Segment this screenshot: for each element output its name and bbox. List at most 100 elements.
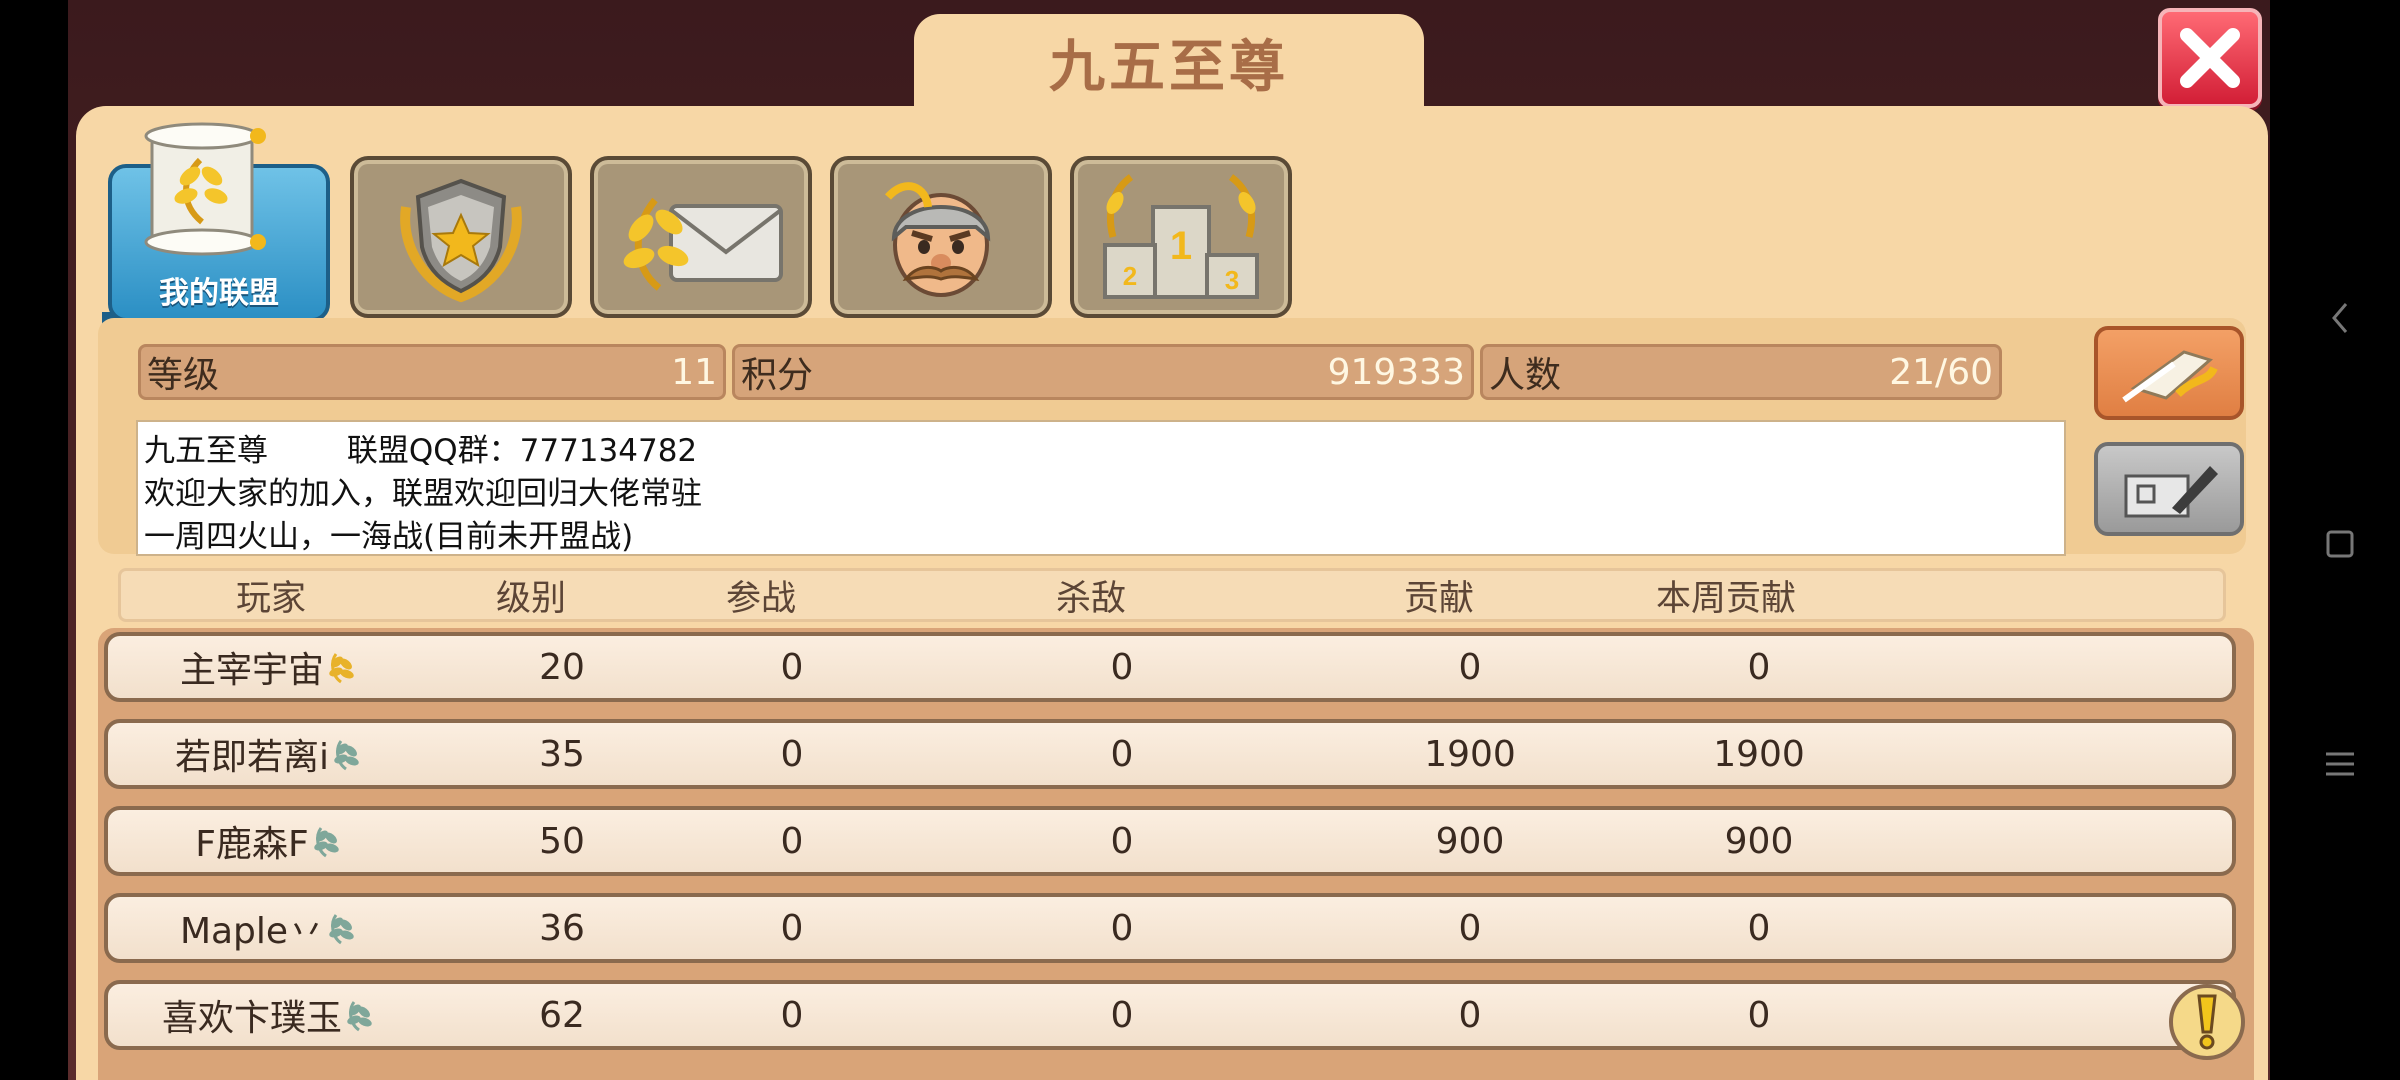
svg-text:3: 3 (1225, 265, 1239, 295)
alliance-title: 九五至尊 (914, 14, 1424, 110)
member-weekly: 1900 (1614, 723, 1904, 785)
alliance-notice: 九五至尊 联盟QQ群：777134782 欢迎大家的加入，联盟欢迎回归大佬常驻 … (136, 420, 2066, 556)
member-kills-text: 0 (1110, 907, 1134, 949)
member-contribution: 0 (1390, 984, 1550, 1046)
member-kills: 0 (1042, 810, 1202, 872)
member-battles: 0 (712, 897, 872, 959)
member-weekly: 900 (1614, 810, 1904, 872)
header-battles: 参战 (725, 578, 796, 619)
svg-text:1: 1 (1170, 224, 1192, 268)
member-contribution: 0 (1390, 897, 1550, 959)
shield-star-icon (400, 178, 522, 303)
alliance-badge-leaf-icon (329, 653, 354, 684)
menu-lines-icon[interactable] (2320, 744, 2360, 784)
member-contribution-text: 0 (1458, 646, 1482, 688)
member-level-text: 36 (539, 907, 585, 949)
member-row[interactable]: 若即若离i 35 0 0 1900 1900 (104, 719, 2236, 789)
member-level-text: 35 (539, 733, 585, 775)
viking-warrior-icon (885, 182, 991, 297)
member-battles: 0 (712, 984, 872, 1046)
stat-score-value: 919333 (1327, 351, 1465, 393)
stat-members: 人数 21/60 (1480, 344, 2002, 400)
member-player: F鹿森F (108, 810, 428, 872)
member-kills: 0 (1042, 897, 1202, 959)
member-contribution-text: 900 (1435, 820, 1505, 862)
podium-ranking-icon: 1 2 3 (1103, 174, 1259, 299)
member-contribution: 900 (1390, 810, 1550, 872)
member-weekly: 0 (1614, 897, 1904, 959)
member-contribution-text: 0 (1458, 907, 1482, 949)
tab-alliance-badge[interactable] (350, 156, 572, 318)
member-level-text: 20 (539, 646, 585, 688)
alliance-badge-leaf-icon (329, 914, 354, 945)
header-contribution: 贡献 (1403, 578, 1474, 619)
stat-score-label: 积分 (741, 355, 814, 396)
close-icon (2180, 28, 2240, 88)
edit-notice-button[interactable] (2094, 326, 2244, 420)
member-kills: 0 (1042, 636, 1202, 698)
member-weekly-text: 900 (1724, 820, 1794, 862)
member-weekly: 0 (1614, 984, 1904, 1046)
stat-members-label: 人数 (1489, 355, 1562, 396)
header-level: 级别 (495, 578, 566, 619)
member-battles-text: 0 (780, 994, 804, 1036)
member-contribution-text: 0 (1458, 994, 1482, 1036)
member-player-text: F鹿森F (195, 824, 309, 865)
header-weekly: 本周贡献 (1655, 578, 1796, 619)
member-weekly-text: 0 (1747, 994, 1771, 1036)
home-square-icon[interactable] (2320, 524, 2360, 564)
member-player: 若即若离i (108, 723, 428, 785)
alert-button[interactable] (2169, 984, 2245, 1060)
stat-score: 积分 919333 (732, 344, 1474, 400)
member-battles-text: 0 (780, 907, 804, 949)
member-player-text: 主宰宇宙 (179, 650, 324, 691)
member-row[interactable]: 喜欢卞璞玉 62 0 0 0 0 (104, 980, 2236, 1050)
member-row[interactable]: F鹿森F 50 0 0 900 900 (104, 806, 2236, 876)
member-kills: 0 (1042, 723, 1202, 785)
member-weekly-text: 0 (1747, 646, 1771, 688)
tab-my-alliance-label: 我的联盟 (159, 276, 279, 311)
member-contribution-text: 1900 (1424, 733, 1516, 775)
member-battles-text: 0 (780, 733, 804, 775)
member-level-text: 50 (539, 820, 585, 862)
exclamation-icon (2197, 994, 2217, 1050)
stat-level-value: 11 (671, 351, 717, 393)
stat-members-value: 21/60 (1889, 351, 1993, 393)
member-kills: 0 (1042, 984, 1202, 1046)
member-player: 主宰宇宙 (108, 636, 428, 698)
header-kills: 杀敌 (1055, 578, 1126, 619)
member-contribution: 1900 (1390, 723, 1550, 785)
member-weekly-text: 0 (1747, 907, 1771, 949)
member-row[interactable]: Maple丷 36 0 0 0 0 (104, 893, 2236, 963)
member-battles: 0 (712, 636, 872, 698)
header-player: 玩家 (235, 578, 306, 619)
write-mail-button[interactable] (2094, 442, 2244, 536)
member-kills-text: 0 (1110, 994, 1134, 1036)
notice-line-1: 九五至尊 联盟QQ群：777134782 (144, 433, 698, 469)
tab-alliance-mail[interactable] (590, 156, 812, 318)
stat-level: 等级 11 (138, 344, 726, 400)
tab-alliance-members[interactable] (830, 156, 1052, 318)
close-button[interactable] (2158, 8, 2262, 108)
member-player-text: 若即若离i (174, 737, 329, 778)
member-kills-text: 0 (1110, 646, 1134, 688)
laurel-mail-icon (623, 197, 783, 291)
member-list: 主宰宇宙 20 0 0 0 0 若即若离i 35 0 0 1900 1900 F鹿森F 50 0 0 900 90… (98, 628, 2254, 1080)
member-level: 20 (482, 636, 642, 698)
member-weekly-text: 1900 (1713, 733, 1805, 775)
member-level-text: 62 (539, 994, 585, 1036)
member-row[interactable]: 主宰宇宙 20 0 0 0 0 (104, 632, 2236, 702)
write-mail-icon (2124, 466, 2218, 518)
member-battles: 0 (712, 723, 872, 785)
member-level: 36 (482, 897, 642, 959)
alliance-badge-leaf-icon (313, 827, 339, 858)
stat-level-label: 等级 (147, 355, 220, 396)
member-player: 喜欢卞璞玉 (108, 984, 428, 1046)
member-player-text: 喜欢卞璞玉 (161, 998, 342, 1039)
member-battles-text: 0 (780, 646, 804, 688)
notice-line-3: 一周四火山，一海战(目前未开盟战) (144, 519, 634, 555)
back-chevron-icon[interactable] (2320, 298, 2360, 338)
game-screen: 九五至尊 我的联盟 1 2 3 等级 11 积分 919333 人数 21/60… (68, 0, 2270, 1080)
tab-alliance-ranking[interactable]: 1 2 3 (1070, 156, 1292, 318)
member-level: 50 (482, 810, 642, 872)
